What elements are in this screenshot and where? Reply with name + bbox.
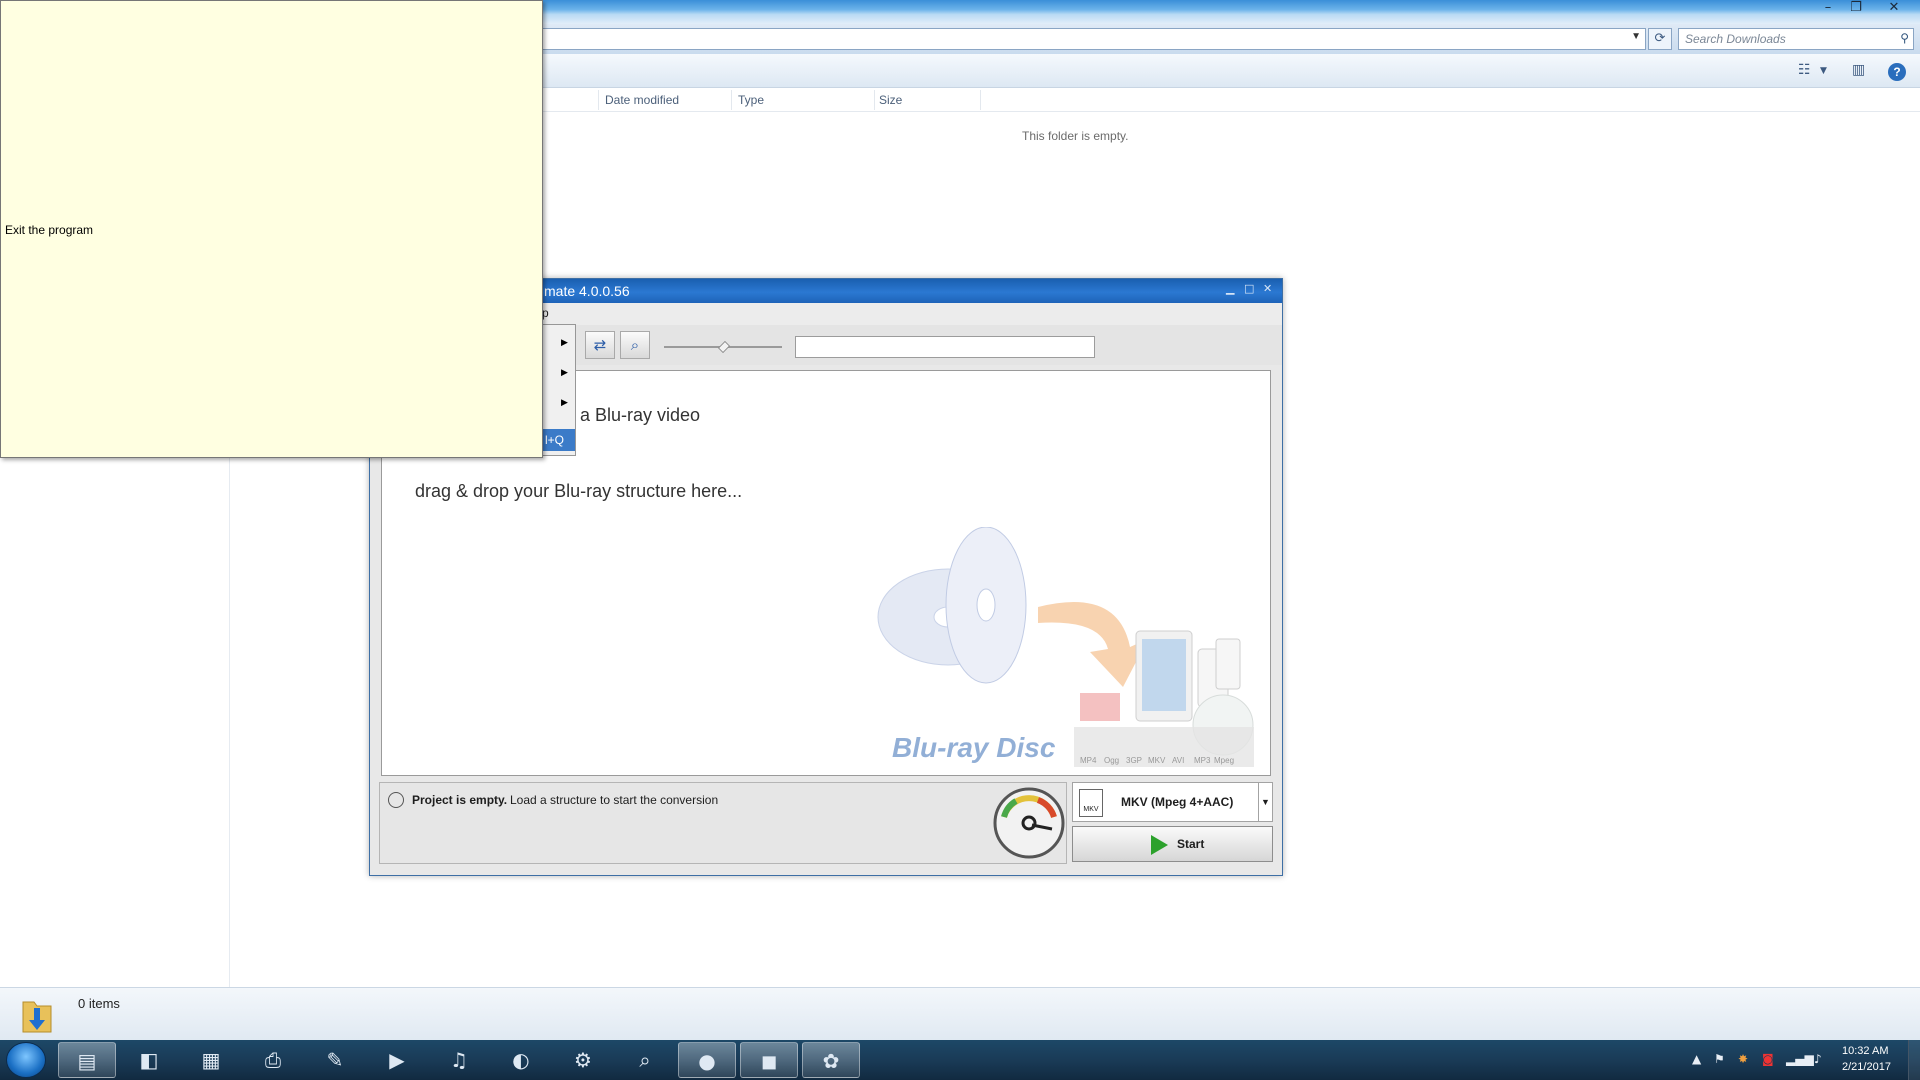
format-badge: Mpeg [1214,756,1234,765]
antivirus-icon[interactable]: ◙ [1762,1052,1774,1066]
speed-gauge-icon [993,787,1065,859]
drop-hint-line-2: drag & drop your Blu-ray structure here.… [415,481,743,501]
bluray-devices-illustration: Blu-ray Disc MP4 Ogg 3GP MKV AVI MP3 Mpe… [877,527,1254,767]
search-taskbar-icon[interactable]: ⌕ [616,1042,674,1078]
firefox-taskbar-icon[interactable]: ● [678,1042,736,1078]
network-taskbar-icon[interactable]: ⚙ [554,1042,612,1078]
preview-pane-icon[interactable]: ▥ [1852,62,1865,80]
tray-app-icon[interactable]: ✸ [1738,1052,1748,1066]
address-field[interactable]: ▼ [540,28,1646,50]
start-label: Start [1177,837,1205,851]
column-size[interactable]: Size [879,93,902,107]
printer-taskbar-icon[interactable]: ⎙ [244,1042,302,1078]
format-icon-label: MKV [1083,806,1099,813]
close-icon[interactable]: ✕ [1263,282,1272,295]
column-date-modified[interactable]: Date modified [605,93,679,107]
chevron-down-icon[interactable]: ▼ [1258,783,1272,821]
chevron-down-icon[interactable]: ▼ [1631,31,1641,42]
network-signal-icon[interactable]: ▂▄▆ [1786,1052,1814,1066]
source-path-field[interactable] [795,336,1095,358]
taskbar: ▤ ◧ ▦ ⎙ ✎ ▶ ♫ ◐ ⚙ ⌕ ● ◼ ✿ ▲ ⚑ ✸ ◙ ▂▄▆ ♪ … [0,1040,1920,1080]
close-icon[interactable]: ✕ [1880,0,1908,18]
menu-help[interactable]: p [542,306,549,320]
minimize-icon[interactable]: ▁ [1226,282,1234,295]
play-icon [1151,835,1168,855]
tooltip: Exit the program [0,0,543,458]
submenu-arrow-icon: ▶ [561,367,568,377]
format-selected-value: MKV (Mpeg 4+AAC) [1121,795,1234,809]
column-separator [598,90,599,110]
drop-hint-line-1: a Blu-ray video [580,405,701,425]
format-badge: MKV [1148,756,1166,765]
action-center-flag-icon[interactable]: ⚑ [1714,1052,1725,1066]
project-status-panel: Project is empty. Load a structure to st… [379,782,1067,864]
restore-icon[interactable]: ❐ [1842,0,1870,18]
show-hidden-icons-icon[interactable]: ▲ [1692,1052,1701,1066]
paint-taskbar-icon[interactable]: ✎ [306,1042,364,1078]
audio-taskbar-icon[interactable]: ♫ [430,1042,488,1078]
bluray-converter-taskbar-icon[interactable]: ◼ [740,1042,798,1078]
help-icon[interactable]: ? [1888,63,1906,81]
start-menu-icon[interactable] [6,1042,46,1078]
convert-icon[interactable]: ⇄ [585,331,615,359]
items-count: 0 items [78,996,120,1011]
search-icon[interactable]: ⚲ [1900,31,1909,45]
status-title: Project is empty. [412,793,508,807]
folder-taskbar-icon[interactable]: ▦ [182,1042,240,1078]
chevron-down-icon[interactable]: ▼ [1820,66,1827,84]
status-message: Load a structure to start the conversion [510,793,719,807]
format-badge: AVI [1172,756,1184,765]
format-badge: 3GP [1126,756,1142,765]
mkv-format-icon: MKV [1079,789,1103,817]
show-desktop-button[interactable] [1908,1040,1920,1080]
minimize-icon[interactable]: – [1814,0,1842,18]
view-options-icon[interactable]: ☷ [1798,62,1811,80]
column-type[interactable]: Type [738,93,764,107]
clock-date[interactable]: 2/21/2017 [1842,1061,1891,1073]
app-title: mate 4.0.0.56 [544,283,630,299]
app-taskbar-icon[interactable]: ◧ [120,1042,178,1078]
clock-icon [388,792,404,808]
start-button[interactable]: Start [1072,826,1273,862]
preview-icon[interactable]: ⌕ [620,331,650,359]
explorer-taskbar-icon[interactable]: ▤ [58,1042,116,1078]
column-separator [980,90,981,110]
flower-app-taskbar-icon[interactable]: ✿ [802,1042,860,1078]
clock-time[interactable]: 10:32 AM [1842,1045,1888,1057]
globe-taskbar-icon[interactable]: ◐ [492,1042,550,1078]
format-badge: Ogg [1104,756,1119,765]
search-placeholder: Search Downloads [1685,32,1786,46]
format-badge: MP4 [1080,756,1097,765]
output-format-select[interactable]: MKV MKV (Mpeg 4+AAC) ▼ [1072,782,1273,822]
submenu-arrow-icon: ▶ [561,337,568,347]
column-separator [874,90,875,110]
tooltip-text: Exit the program [5,223,94,237]
column-separator [731,90,732,110]
empty-folder-message: This folder is empty. [1022,129,1129,143]
submenu-arrow-icon: ▶ [561,397,568,407]
format-badge: MP3 [1194,756,1211,765]
status-bar: 0 items [0,987,1920,1040]
search-input[interactable]: Search Downloads ⚲ [1678,28,1914,50]
maximize-icon[interactable]: □ [1244,282,1254,295]
media-player-taskbar-icon[interactable]: ▶ [368,1042,426,1078]
volume-icon[interactable]: ♪ [1814,1052,1822,1066]
bluray-logo: Blu-ray Disc [892,732,1056,763]
menu-shortcut: l+Q [545,433,565,447]
downloads-folder-icon [22,1001,52,1033]
app-bottom-panel: Project is empty. Load a structure to st… [379,782,1273,870]
refresh-icon[interactable]: ⟳ [1648,28,1672,50]
